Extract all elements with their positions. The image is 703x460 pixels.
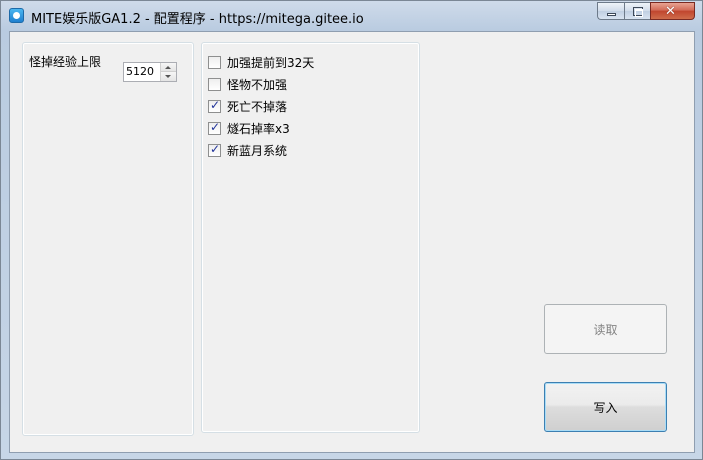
read-button[interactable]: 读取 — [544, 304, 667, 354]
option-keep-inventory[interactable]: 死亡不掉落 — [208, 97, 287, 115]
option-no-mob-boost[interactable]: 怪物不加强 — [208, 75, 287, 93]
caption-buttons: ✕ — [597, 2, 695, 21]
checkbox[interactable] — [208, 55, 221, 69]
options-group: 加强提前到32天 怪物不加强 死亡不掉落 燧石掉率x3 新蓝月系统 — [201, 42, 420, 433]
exp-limit-label: 怪掉经验上限 — [29, 55, 102, 69]
title-bar[interactable]: MITE娱乐版GA1.2 - 配置程序 - https://mitega.git… — [1, 1, 702, 31]
stepper-buttons — [160, 63, 176, 81]
option-label: 燧石掉率x3 — [227, 121, 290, 136]
client-area: 怪掉经验上限 5120 加强提前到32天 怪物不加强 死亡不掉落 — [9, 31, 695, 453]
option-label: 新蓝月系统 — [227, 143, 288, 158]
option-new-blue-moon[interactable]: 新蓝月系统 — [208, 141, 287, 159]
exp-settings-group: 怪掉经验上限 5120 — [22, 42, 194, 436]
window-title: MITE娱乐版GA1.2 - 配置程序 - https://mitega.git… — [31, 12, 364, 27]
write-button[interactable]: 写入 — [544, 382, 667, 432]
maximize-button[interactable] — [624, 2, 650, 20]
stepper-down-arrow-icon[interactable] — [161, 72, 176, 81]
option-label: 怪物不加强 — [227, 77, 288, 92]
app-icon — [9, 8, 24, 23]
checkbox-checked[interactable] — [208, 98, 221, 113]
checkbox[interactable] — [208, 77, 221, 91]
option-label: 加强提前到32天 — [227, 55, 315, 70]
option-flint-drop-x3[interactable]: 燧石掉率x3 — [208, 119, 290, 137]
checkbox-checked[interactable] — [208, 142, 221, 157]
close-icon: ✕ — [665, 4, 676, 19]
option-boost-32-days[interactable]: 加强提前到32天 — [208, 53, 314, 71]
maximize-icon — [633, 7, 643, 17]
app-window: MITE娱乐版GA1.2 - 配置程序 - https://mitega.git… — [0, 0, 703, 460]
exp-limit-stepper[interactable]: 5120 — [123, 62, 177, 82]
minimize-button[interactable] — [597, 2, 624, 20]
stepper-up-arrow-icon[interactable] — [161, 63, 176, 72]
option-label: 死亡不掉落 — [227, 99, 288, 114]
checkbox-checked[interactable] — [208, 120, 221, 135]
exp-limit-value[interactable]: 5120 — [126, 65, 154, 78]
close-button[interactable]: ✕ — [650, 2, 695, 20]
minimize-icon — [607, 13, 616, 16]
